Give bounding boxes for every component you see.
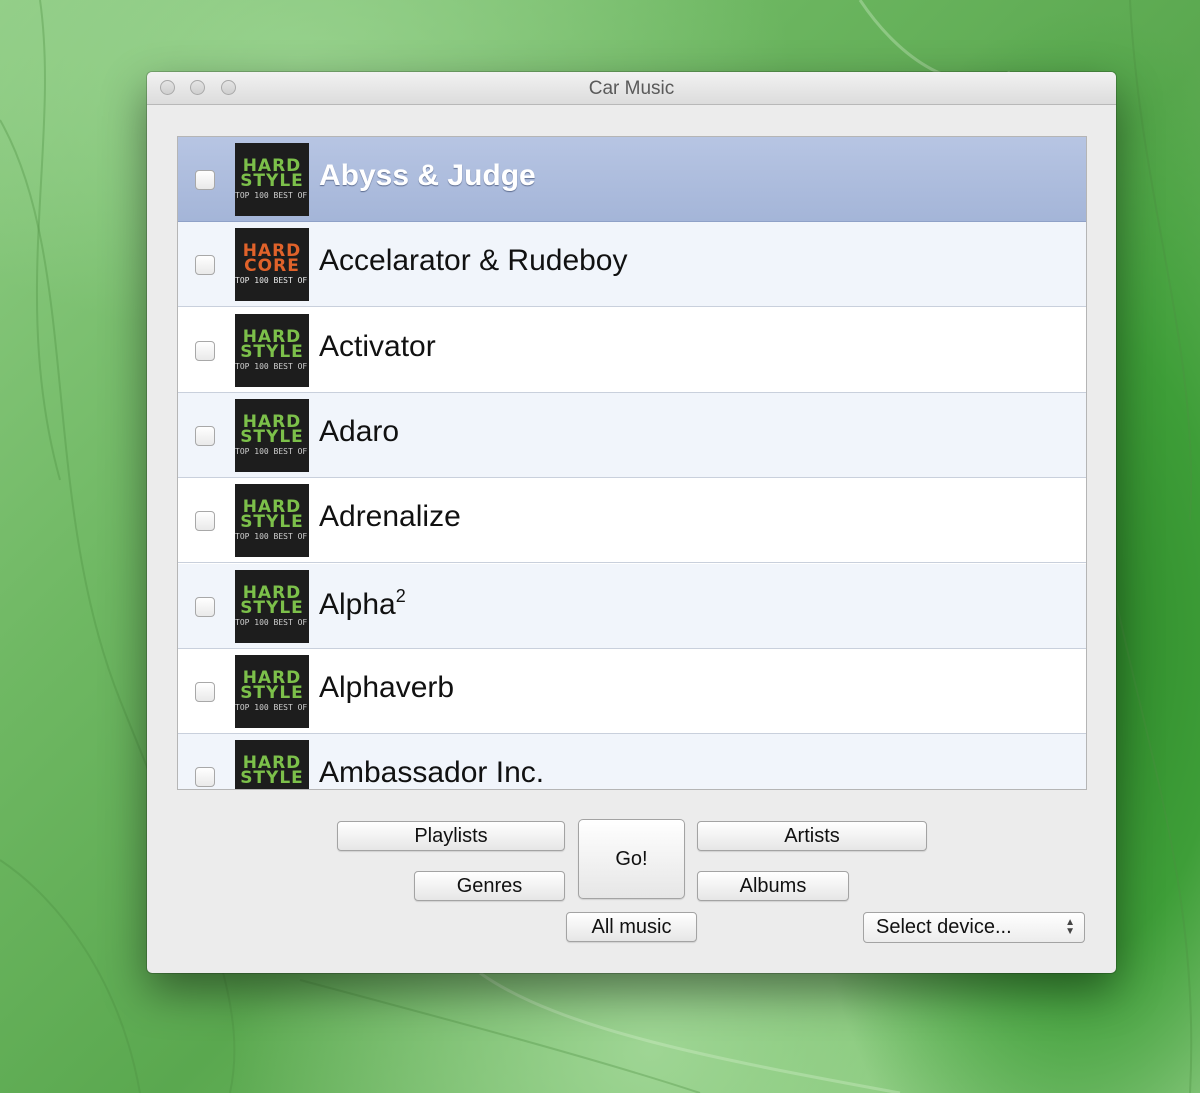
list-item[interactable]: HARDSTYLETOP 100 BEST OF 2012 Alpha2 xyxy=(178,564,1086,649)
album-art-text: STYLE xyxy=(240,427,304,447)
list-item[interactable]: HARDSTYLETOP 100 BEST OF 2012 Adrenalize xyxy=(178,478,1086,563)
list-item[interactable]: HARDSTYLETOP 100 BEST OF 2012 Ambassador … xyxy=(178,734,1086,789)
row-checkbox[interactable] xyxy=(195,341,215,361)
album-art-thumbnail: HARDSTYLETOP 100 BEST OF 2012 xyxy=(235,143,309,216)
list-item[interactable]: HARDSTYLETOP 100 BEST OF 2012 Activator xyxy=(178,308,1086,393)
row-checkbox[interactable] xyxy=(195,255,215,275)
artist-name-text: Adaro xyxy=(319,415,400,448)
album-art-text: TOP 100 BEST OF 2012 xyxy=(235,788,309,789)
row-checkbox[interactable] xyxy=(195,511,215,531)
artist-name-text: Alpha xyxy=(319,588,396,621)
album-art-text: STYLE xyxy=(240,598,304,618)
row-checkbox[interactable] xyxy=(195,426,215,446)
window-title: Car Music xyxy=(588,78,675,99)
car-music-window: Car Music HARDSTYLETOP 100 BEST OF 2012 A… xyxy=(147,72,1116,973)
album-art-text: CORE xyxy=(244,256,300,276)
artist-name: Alpha2 xyxy=(319,586,406,622)
artist-name-text: Alphaverb xyxy=(319,671,455,704)
artist-name: Adrenalize xyxy=(319,500,461,534)
artist-name-text: Accelarator & Rudeboy xyxy=(319,244,628,277)
artist-name-text: Ambassador Inc. xyxy=(319,756,545,789)
album-art-thumbnail: HARDSTYLETOP 100 BEST OF 2012 xyxy=(235,570,309,643)
album-art-text: TOP 100 BEST OF 2012 xyxy=(235,447,309,456)
artists-button[interactable]: Artists xyxy=(697,821,927,851)
album-art-text: TOP 100 BEST OF 2012 xyxy=(235,276,309,285)
genres-button[interactable]: Genres xyxy=(414,871,565,901)
album-art-text: STYLE xyxy=(240,342,304,362)
album-art-thumbnail: HARDSTYLETOP 100 BEST OF 2012 xyxy=(235,740,309,789)
artist-name-text: Adrenalize xyxy=(319,500,461,533)
album-art-thumbnail: HARDSTYLETOP 100 BEST OF 2012 xyxy=(235,655,309,728)
album-art-thumbnail: HARDSTYLETOP 100 BEST OF 2012 xyxy=(235,314,309,387)
album-art-text: STYLE xyxy=(240,768,304,788)
artist-name: Accelarator & Rudeboy xyxy=(319,244,628,278)
artist-name-text: Abyss & Judge xyxy=(319,159,536,192)
artist-name: Adaro xyxy=(319,415,399,449)
list-item[interactable]: HARDSTYLETOP 100 BEST OF 2012 Abyss & Jud… xyxy=(178,137,1086,222)
row-checkbox[interactable] xyxy=(195,682,215,702)
playlists-button[interactable]: Playlists xyxy=(337,821,565,851)
all-music-button[interactable]: All music xyxy=(566,912,697,942)
titlebar: Car Music xyxy=(147,72,1116,105)
device-select-value: Select device... xyxy=(876,916,1012,938)
artist-name: Alphaverb xyxy=(319,671,454,705)
album-art-text: TOP 100 BEST OF 2012 xyxy=(235,191,309,200)
album-art-text: TOP 100 BEST OF 2012 xyxy=(235,618,309,627)
album-art-thumbnail: HARDSTYLETOP 100 BEST OF 2012 xyxy=(235,484,309,557)
albums-button[interactable]: Albums xyxy=(697,871,849,901)
artist-name-superscript: 2 xyxy=(395,586,406,606)
list-item[interactable]: HARDSTYLETOP 100 BEST OF 2012 Alphaverb xyxy=(178,649,1086,734)
artist-name-text: Activator xyxy=(319,330,436,363)
album-art-text: TOP 100 BEST OF 2012 xyxy=(235,532,309,541)
device-select[interactable]: Select device... ▲ ▼ xyxy=(863,912,1085,943)
artist-list[interactable]: HARDSTYLETOP 100 BEST OF 2012 Abyss & Jud… xyxy=(177,136,1087,790)
album-art-text: TOP 100 BEST OF 2012 xyxy=(235,362,309,371)
row-checkbox[interactable] xyxy=(195,767,215,787)
artist-name: Activator xyxy=(319,330,436,364)
list-item[interactable]: HARDSTYLETOP 100 BEST OF 2012 Adaro xyxy=(178,393,1086,478)
go-button[interactable]: Go! xyxy=(578,819,685,899)
album-art-text: STYLE xyxy=(240,171,304,191)
select-arrows-icon: ▲ ▼ xyxy=(1065,917,1075,937)
artist-name: Ambassador Inc. xyxy=(319,756,545,789)
album-art-thumbnail: HARDCORETOP 100 BEST OF 2012 xyxy=(235,228,309,301)
album-art-thumbnail: HARDSTYLETOP 100 BEST OF 2012 xyxy=(235,399,309,472)
list-item[interactable]: HARDCORETOP 100 BEST OF 2012 Accelarator … xyxy=(178,222,1086,307)
row-checkbox[interactable] xyxy=(195,597,215,617)
row-checkbox[interactable] xyxy=(195,170,215,190)
album-art-text: STYLE xyxy=(240,683,304,703)
album-art-text: TOP 100 BEST OF 2012 xyxy=(235,703,309,712)
artist-name: Abyss & Judge xyxy=(319,159,536,193)
album-art-text: STYLE xyxy=(240,512,304,532)
